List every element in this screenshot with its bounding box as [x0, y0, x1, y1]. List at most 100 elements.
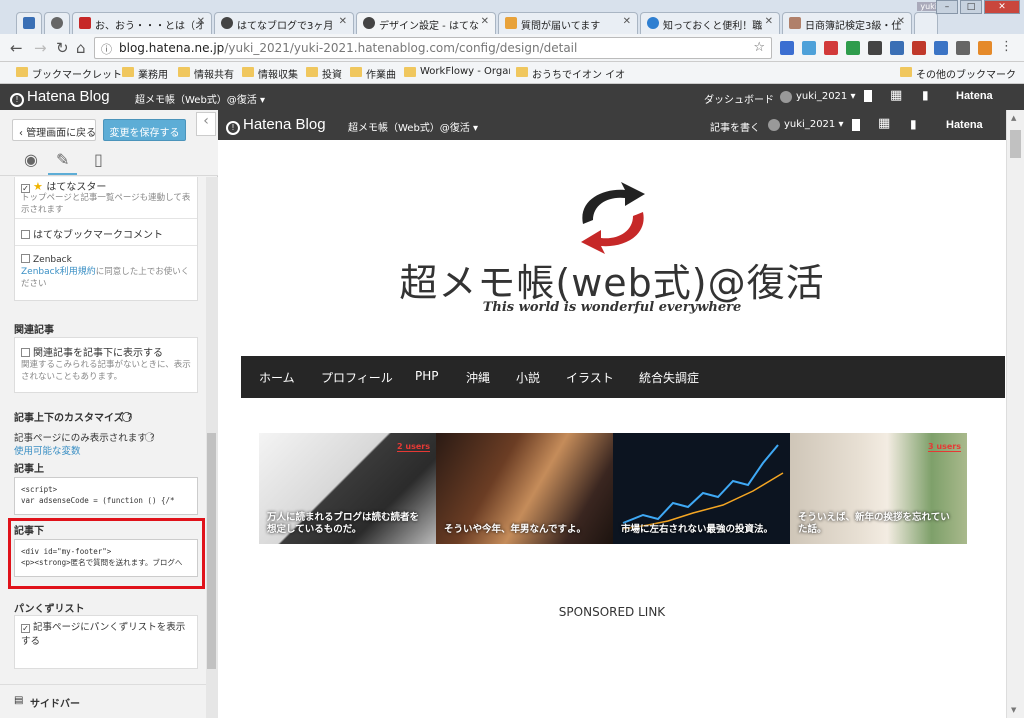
close-window-button[interactable]: ✕: [984, 0, 1020, 14]
panel-scrollbar[interactable]: [206, 177, 218, 718]
bookmark-link[interactable]: WorkFlowy - Organ: [404, 66, 510, 77]
address-bar[interactable]: ⓘ blog.hatena.ne.jp/yuki_2021/yuki-2021.…: [94, 37, 772, 59]
blog-selector[interactable]: 超メモ帳（Web式）@復活 ▾: [135, 91, 265, 106]
featured-card[interactable]: 2 users 万人に読まれるブログは読む読者を想定しているものだ。: [259, 433, 436, 544]
bookmark-link[interactable]: おうちでイオン イオ: [516, 66, 625, 81]
checkbox[interactable]: [21, 230, 30, 239]
notification-icon[interactable]: ▮: [922, 88, 929, 102]
checkbox[interactable]: [21, 348, 30, 357]
user-menu[interactable]: yuki_2021 ▾: [796, 91, 855, 102]
grid-menu-icon[interactable]: ▦: [890, 88, 902, 103]
info-icon[interactable]: ⓘ: [101, 41, 112, 57]
help-icon[interactable]: ?⃝: [150, 433, 155, 444]
bookmark-folder[interactable]: ブックマークレット: [16, 66, 122, 81]
featured-card[interactable]: 市場に左右されない最強の投資法。: [613, 433, 790, 544]
bookmark-folder[interactable]: 作業曲: [350, 66, 396, 81]
close-icon[interactable]: ✕: [765, 16, 773, 27]
save-changes-button[interactable]: 変更を保存する: [103, 119, 186, 141]
variables-link[interactable]: 使用可能な変数: [14, 443, 81, 457]
close-icon[interactable]: ✕: [623, 16, 631, 27]
hatena-brand-link[interactable]: Hatena: [946, 119, 983, 131]
scroll-down-icon[interactable]: ▼: [1011, 706, 1016, 714]
minimize-button[interactable]: –: [936, 0, 958, 14]
extension-icon[interactable]: [890, 41, 904, 55]
close-icon[interactable]: ✕: [339, 16, 347, 27]
browser-tab[interactable]: はてなブログで3ヶ月 ✕: [214, 12, 354, 34]
home-icon[interactable]: ⌂: [76, 39, 86, 57]
nav-item-novel[interactable]: 小説: [516, 369, 540, 386]
forward-arrow-icon[interactable]: →: [34, 39, 47, 57]
smartphone-icon[interactable]: ▯: [94, 150, 103, 169]
featured-card[interactable]: そういや今年、年男なんですよ。: [436, 433, 613, 544]
scrollbar-thumb[interactable]: [207, 433, 216, 669]
avatar[interactable]: [768, 119, 780, 131]
extension-icon[interactable]: [934, 41, 948, 55]
extension-icon[interactable]: [846, 41, 860, 55]
maximize-button[interactable]: □: [960, 0, 982, 14]
above-article-textarea[interactable]: <script> var adsenseCode = (function () …: [14, 477, 198, 515]
breadcrumb-option[interactable]: ✓ 記事ページにパンくずリストを表示する: [21, 621, 193, 649]
extension-icon[interactable]: [868, 41, 882, 55]
bookmark-folder[interactable]: 業務用: [122, 66, 168, 81]
hatena-brand-link[interactable]: Hatena: [956, 90, 993, 102]
bookmark-comment-option[interactable]: はてなブックマークコメント: [21, 226, 163, 241]
extension-icon[interactable]: [802, 41, 816, 55]
hatena-blog-logo[interactable]: ! Hatena Blog: [226, 116, 326, 135]
zenback-terms-link[interactable]: Zenback利用規約: [21, 267, 96, 277]
dashboard-link[interactable]: ダッシュボード: [704, 91, 774, 106]
browser-tab[interactable]: 知っておくと便利！職 ✕: [640, 12, 780, 34]
star-option[interactable]: ✓ ★ はてなスター: [21, 178, 106, 193]
browser-tab[interactable]: [16, 12, 42, 34]
wrench-icon[interactable]: ✎: [48, 150, 78, 175]
featured-card[interactable]: 3 users そういえば、新年の挨拶を忘れていた話。: [790, 433, 967, 544]
nav-item-illust[interactable]: イラスト: [566, 369, 614, 386]
avatar[interactable]: [780, 91, 792, 103]
close-icon[interactable]: ✕: [481, 16, 489, 27]
palette-icon[interactable]: ◉: [24, 150, 38, 169]
bookmark-star-icon[interactable]: ☆: [753, 40, 765, 55]
blog-title[interactable]: 超メモ帳(web式)@復活: [218, 252, 1006, 307]
bookmark-folder[interactable]: 情報収集: [242, 66, 298, 81]
bookmark-folder[interactable]: 投資: [306, 66, 342, 81]
close-icon[interactable]: ✕: [897, 16, 905, 27]
browser-tab[interactable]: お、おう・・・とは（オ ✕: [72, 12, 212, 34]
preview-scrollbar[interactable]: ▲ ▼: [1006, 110, 1024, 718]
nav-item-home[interactable]: ホーム: [259, 369, 295, 386]
nav-item-php[interactable]: PHP: [415, 369, 439, 383]
nav-item-schizophrenia[interactable]: 統合失調症: [639, 369, 699, 386]
other-bookmarks-folder[interactable]: その他のブックマーク: [900, 66, 1016, 81]
browser-tab[interactable]: [44, 12, 70, 34]
help-icon[interactable]: ?⃝: [127, 413, 132, 424]
browser-tab[interactable]: 質問が届いてます ✕: [498, 12, 638, 34]
new-tab-button[interactable]: [914, 12, 938, 34]
write-article-link[interactable]: 記事を書く: [710, 119, 760, 134]
blog-selector[interactable]: 超メモ帳（Web式）@復活 ▾: [348, 119, 478, 134]
extension-icon[interactable]: [780, 41, 794, 55]
related-option[interactable]: 関連記事を記事下に表示する: [21, 344, 163, 359]
hatena-blog-logo[interactable]: ! Hatena Blog: [10, 88, 110, 107]
grid-menu-icon[interactable]: ▦: [878, 116, 890, 131]
bookmark-ribbon-icon[interactable]: [852, 119, 860, 131]
extension-icon[interactable]: [912, 41, 926, 55]
browser-tab[interactable]: 日商簿記検定3級・仕 ✕: [782, 12, 912, 34]
extension-icon[interactable]: [824, 41, 838, 55]
notification-icon[interactable]: ▮: [910, 117, 917, 131]
close-icon[interactable]: ✕: [197, 16, 205, 27]
reload-icon[interactable]: ↻: [56, 39, 69, 57]
user-menu[interactable]: yuki_2021 ▾: [784, 119, 843, 130]
checkbox[interactable]: [21, 254, 30, 263]
back-to-admin-button[interactable]: ‹ 管理画面に戻る: [12, 119, 96, 141]
checkbox-checked[interactable]: ✓: [21, 624, 30, 633]
extension-icon[interactable]: [978, 41, 992, 55]
nav-item-okinawa[interactable]: 沖縄: [466, 369, 490, 386]
bookmark-ribbon-icon[interactable]: [864, 90, 872, 102]
scroll-up-icon[interactable]: ▲: [1011, 114, 1016, 122]
extension-icon[interactable]: [956, 41, 970, 55]
menu-dots-icon[interactable]: ⋮: [1000, 40, 1014, 55]
sidebar-section-header[interactable]: ▤ サイドバー: [0, 684, 206, 718]
scrollbar-thumb[interactable]: [1010, 130, 1021, 158]
nav-item-profile[interactable]: プロフィール: [321, 369, 393, 386]
collapse-panel-button[interactable]: ‹: [196, 112, 216, 136]
back-arrow-icon[interactable]: ←: [10, 39, 23, 57]
browser-tab-active[interactable]: デザイン設定 - はてな ✕: [356, 12, 496, 35]
